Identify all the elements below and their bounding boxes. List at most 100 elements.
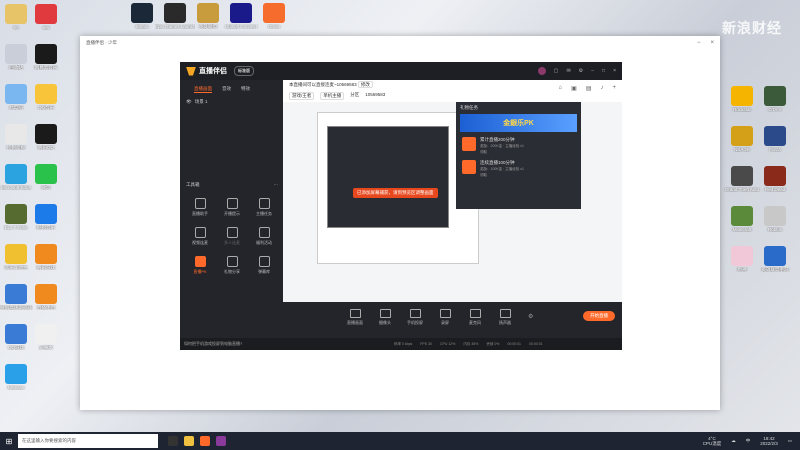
version-pill[interactable]: 标准版 bbox=[234, 66, 254, 76]
side-notice[interactable]: 如何把手机游戏投屏到电脑直播? bbox=[180, 338, 283, 350]
tool-item[interactable]: 开播提示 bbox=[216, 198, 248, 217]
main-area: 本直播间可以直接连麦~10569583 修改 游戏/王者 单机主播 分区 105… bbox=[283, 80, 622, 350]
start-live-button[interactable]: 开始直播 bbox=[583, 311, 615, 321]
task-item[interactable]: 累计直播200分钟 奖励：200K金 · 主播经验 x1 领取 bbox=[456, 132, 581, 155]
tab-effects[interactable]: 特效 bbox=[241, 86, 250, 93]
message-icon[interactable]: ▢ bbox=[554, 68, 559, 74]
desktop-icon[interactable]: 网易云音乐 bbox=[26, 44, 66, 70]
phone-cast-control[interactable]: 手机投屏 bbox=[403, 309, 427, 326]
task-badge[interactable]: 领取 bbox=[480, 173, 524, 178]
weather[interactable]: 4°C CPU温度 bbox=[703, 436, 722, 446]
close-icon[interactable]: × bbox=[710, 40, 714, 46]
desktop-icon[interactable]: Red Dead bbox=[755, 166, 795, 192]
tool-item[interactable]: 多人连麦 bbox=[216, 227, 248, 246]
mic-control[interactable]: 麦克风 bbox=[463, 309, 487, 326]
live-companion-taskbar-icon[interactable] bbox=[200, 436, 210, 446]
tool-item[interactable]: 直播助手 bbox=[184, 198, 216, 217]
edit-room-button[interactable]: 修改 bbox=[357, 81, 373, 88]
status-bar: 码率 0 kbps FPS 30 CPU 12% 内存 45% 丢帧 0% 00… bbox=[283, 338, 622, 350]
desktop-icon[interactable]: 记事本 bbox=[26, 324, 66, 350]
task-title: 连续直播100分钟 bbox=[480, 160, 515, 165]
status-fps: FPS 30 bbox=[420, 342, 432, 346]
tool-item[interactable]: 主播任务 bbox=[248, 198, 280, 217]
mail-icon[interactable]: ✉ bbox=[566, 68, 570, 74]
desktop-icon[interactable]: Netease bbox=[0, 364, 36, 390]
tool-item[interactable]: 视频连麦 bbox=[184, 227, 216, 246]
tool-item[interactable]: 礼物分享 bbox=[216, 256, 248, 275]
desktop-icon[interactable]: ww bbox=[26, 4, 66, 30]
tool-item[interactable]: 福利活动 bbox=[248, 227, 280, 246]
close-icon[interactable]: × bbox=[613, 68, 616, 74]
speaker-control[interactable]: 扬声器 bbox=[493, 309, 517, 326]
tool-item[interactable]: 直播PK bbox=[184, 256, 216, 275]
task-badge[interactable]: 领取 bbox=[480, 150, 524, 155]
tool-icon bbox=[194, 256, 206, 267]
app-icon bbox=[764, 166, 786, 186]
desktop-icon[interactable]: 腾讯QQ bbox=[26, 124, 66, 150]
scene-item[interactable]: 👁 场景 1 bbox=[180, 95, 283, 109]
desktop-icon[interactable]: QQ音乐 bbox=[26, 84, 66, 110]
desktop-icon[interactable]: Forza bbox=[755, 126, 795, 152]
home-icon[interactable]: ⌂ bbox=[559, 85, 563, 92]
minimize-icon[interactable]: − bbox=[591, 68, 594, 74]
task-item[interactable]: 连续直播100分钟 奖励：100K金 · 主播经验 x1 领取 bbox=[456, 155, 581, 178]
tool-label: 弹幕库 bbox=[258, 269, 270, 274]
clock[interactable]: 18:42 2022/2/3 bbox=[760, 436, 778, 446]
scene-control[interactable]: 直播画面 bbox=[343, 309, 367, 326]
app-icon bbox=[263, 3, 285, 23]
desktop-icon-label: QQ音乐 bbox=[37, 105, 54, 110]
desktop-icon[interactable]: 酷狗音乐 bbox=[26, 204, 66, 230]
task-sub: 奖励：200K金 · 主播经验 x1 bbox=[480, 144, 524, 148]
task-view-icon[interactable] bbox=[168, 436, 178, 446]
tool-item[interactable]: 弹幕库 bbox=[248, 256, 280, 275]
tab-audio[interactable]: 音效 bbox=[222, 86, 231, 93]
maximize-icon[interactable]: □ bbox=[602, 68, 605, 74]
network-icon[interactable]: ☁ bbox=[731, 438, 736, 444]
desktop-icon[interactable]: Roblox bbox=[755, 206, 795, 232]
host-window[interactable]: 直播伴侣 · 少年 − × 直播伴侣 标准版 ▢ ✉ ⚙ − □ × 直播画面 … bbox=[80, 36, 720, 410]
tool-label: 礼物分享 bbox=[224, 269, 240, 274]
desktop-icon-label: Roblox bbox=[767, 227, 782, 232]
monitor-icon bbox=[349, 309, 361, 318]
plus-icon[interactable]: + bbox=[612, 85, 616, 92]
desktop-icon-label: 英雄联盟手游 bbox=[761, 267, 789, 272]
chart-icon[interactable]: ▤ bbox=[586, 85, 592, 92]
tab-scene[interactable]: 直播画面 bbox=[194, 86, 212, 93]
weather-label: CPU温度 bbox=[702, 441, 722, 446]
app-icon bbox=[5, 244, 27, 264]
fire-icon bbox=[462, 160, 476, 174]
gift-icon[interactable]: ▣ bbox=[571, 85, 577, 92]
tool-icon bbox=[226, 198, 238, 209]
desktop-icon[interactable]: 腾讯游戏 bbox=[26, 244, 66, 270]
taskbar-search-input[interactable]: 在这里输入你要搜索的内容 bbox=[18, 434, 158, 448]
bell-icon[interactable]: ♪ bbox=[600, 85, 603, 92]
stream-preview[interactable]: 已添加屏幕捕获，请到预览区调整画面 礼物任务 金銀乐PK 累计直播200分钟 奖… bbox=[283, 102, 622, 302]
host-window-titlebar[interactable]: 直播伴侣 · 少年 − × bbox=[80, 36, 720, 49]
camera-control[interactable]: 摄像头 bbox=[373, 309, 397, 326]
task-panel: 礼物任务 金銀乐PK 累计直播200分钟 奖励：200K金 · 主播经验 x1 … bbox=[456, 102, 581, 209]
desktop-icon[interactable]: Origin bbox=[254, 3, 294, 29]
pk-banner[interactable]: 金銀乐PK bbox=[460, 114, 577, 132]
eye-icon[interactable]: 👁 bbox=[186, 99, 192, 105]
task-panel-title: 礼物任务 bbox=[460, 105, 478, 110]
desktop-icon[interactable]: 微信 bbox=[26, 164, 66, 190]
app-taskbar-icon[interactable] bbox=[216, 436, 226, 446]
notification-icon[interactable]: ▭ bbox=[788, 438, 792, 444]
camera-icon bbox=[379, 309, 391, 318]
desktop-icon[interactable]: 直播伴侣 bbox=[26, 284, 66, 310]
minimize-icon[interactable]: − bbox=[697, 40, 701, 46]
explorer-icon[interactable] bbox=[184, 436, 194, 446]
windows-start-icon[interactable]: ⊞ bbox=[0, 437, 18, 446]
tool-icon bbox=[226, 256, 238, 267]
ime-lang[interactable]: 中 bbox=[746, 438, 751, 444]
avatar[interactable] bbox=[537, 67, 546, 75]
desktop-icon[interactable]: GTA V bbox=[755, 86, 795, 112]
settings-icon[interactable]: ⚙ bbox=[579, 68, 583, 74]
record-control[interactable]: 录屏 bbox=[433, 309, 457, 326]
more-icon[interactable]: ⋯ bbox=[274, 182, 279, 188]
status-drop: 丢帧 0% bbox=[486, 341, 500, 346]
desktop-icon[interactable]: 英雄联盟手游 bbox=[755, 246, 795, 272]
tool-icon bbox=[194, 227, 206, 238]
gear-icon[interactable]: ⚙ bbox=[528, 313, 533, 320]
desktop-icon-label: 直播伴侣 bbox=[37, 305, 55, 310]
